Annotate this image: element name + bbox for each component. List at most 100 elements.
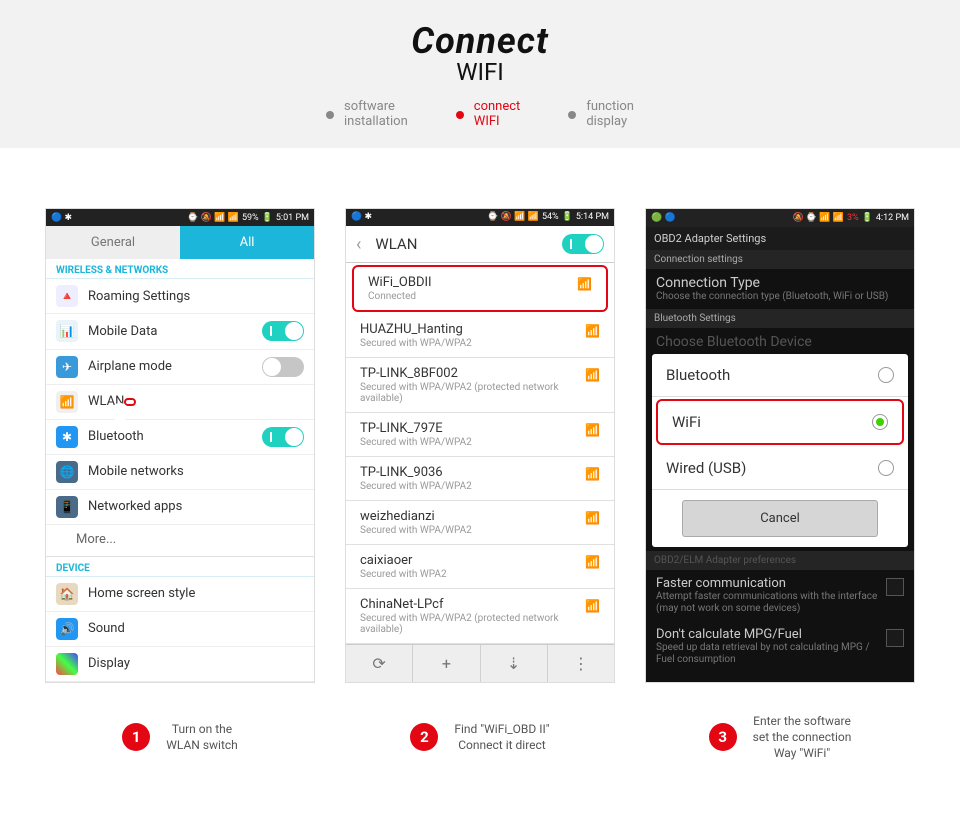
display-icon [56,653,78,675]
screen-title: OBD2 Adapter Settings [646,227,914,250]
airplane-toggle[interactable] [262,357,304,377]
row-label: Bluetooth [88,429,144,444]
network-row[interactable]: caixiaoerSecured with WPA2📶 [346,545,614,589]
row-roaming[interactable]: 🔺Roaming Settings [46,279,314,314]
network-row[interactable]: weizhedianziSecured with WPA/WPA2📶 [346,501,614,545]
row-label: Display [88,656,130,671]
bluetooth-icon: ✱ [56,426,78,448]
phone-obd-settings: 🟢 🔵 🔕 ⌚ 📶 📶 3%🔋 4:12 PM OBD2 Adapter Set… [645,208,915,683]
network-row[interactable]: ChinaNet-LPcfSecured with WPA/WPA2 (prot… [346,589,614,644]
wifi-icon: 📶 [585,599,600,613]
dialog-option-wired[interactable]: Wired (USB) [652,447,908,490]
section-adapter-pref: OBD2/ELM Adapter preferences [646,551,914,570]
tab-all[interactable]: All [180,226,314,259]
checkbox-icon[interactable] [886,629,904,647]
row-networked-apps[interactable]: 📱Networked apps [46,490,314,525]
screens-container: 🔵 ✱ ⌚ 🔕 📶 📶 59%🔋 5:01 PM General All WIR… [0,148,960,703]
row-bluetooth[interactable]: ✱ Bluetooth [46,420,314,455]
dot-icon [568,111,576,119]
step-number-icon: 1 [122,723,150,751]
network-row[interactable]: TP-LINK_8BF002Secured with WPA/WPA2 (pro… [346,358,614,413]
faster-label: Faster communication [656,576,878,591]
network-name: caixiaoer [360,553,600,568]
add-icon[interactable]: + [413,645,480,682]
nav-label: connectWIFI [474,100,521,130]
captions-row: 1 Turn on the WLAN switch 2 Find "WiFi_O… [0,703,960,782]
menu-icon[interactable]: ⋮ [548,645,614,682]
sound-icon: 🔊 [56,618,78,640]
network-name: ChinaNet-LPcf [360,597,600,612]
wlan-title: WLAN [375,235,417,253]
network-name: weizhedianzi [360,509,600,524]
network-row-obdii[interactable]: WiFi_OBDIIConnected📶 [352,265,608,312]
checkbox-icon[interactable] [886,578,904,596]
airplane-icon: ✈ [56,356,78,378]
radio-icon [872,414,888,430]
roaming-icon: 🔺 [56,285,78,307]
row-faster-comm[interactable]: Faster communication Attempt faster comm… [646,570,914,621]
network-name: TP-LINK_8BF002 [360,366,600,381]
network-name: TP-LINK_797E [360,421,600,436]
row-label: Home screen style [88,586,195,601]
row-mobile-data[interactable]: 📊Mobile Data [46,314,314,349]
row-label: Sound [88,621,125,636]
dialog-option-bluetooth[interactable]: Bluetooth [652,354,908,397]
nav-item-connect[interactable]: connectWIFI [456,100,521,130]
status-icons-left: 🔵 ✱ [51,213,72,223]
wps-icon[interactable]: ⇣ [481,645,548,682]
row-display[interactable]: Display [46,647,314,682]
row-sound[interactable]: 🔊 Sound [46,612,314,647]
network-row[interactable]: TP-LINK_797ESecured with WPA/WPA2📶 [346,413,614,457]
connection-type-label[interactable]: Connection Type [646,269,914,291]
nav-label: functiondisplay [586,100,634,130]
bluetooth-toggle[interactable] [262,427,304,447]
nav-item-software[interactable]: softwareinstallation [326,100,408,130]
mobile-data-toggle[interactable] [262,321,304,341]
back-icon[interactable]: ‹ [356,234,361,255]
wifi-icon: 📶 [585,555,600,569]
connection-dialog: Bluetooth WiFi Wired (USB) Cancel [652,354,908,547]
wlan-header-toggle[interactable] [562,234,604,254]
row-more[interactable]: More... [46,525,314,554]
row-airplane[interactable]: ✈ Airplane mode [46,350,314,385]
status-bar: 🔵 ✱ ⌚ 🔕 📶 📶 59%🔋 5:01 PM [46,209,314,227]
wlan-highlight [124,398,136,406]
title-sub: WIFI [0,58,960,86]
dialog-option-wifi[interactable]: WiFi [656,399,904,445]
network-sub: Secured with WPA/WPA2 [360,525,600,536]
mobile-networks-icon: 🌐 [56,461,78,483]
network-row[interactable]: HUAZHU_HantingSecured with WPA/WPA2📶 [346,314,614,358]
choose-bt-device: Choose Bluetooth Device [646,328,914,350]
tab-general[interactable]: General [46,226,180,259]
radio-icon [878,367,894,383]
option-label: Wired (USB) [666,459,746,477]
row-label: Mobile networks [88,464,184,479]
network-sub: Secured with WPA/WPA2 (protected network… [360,382,600,404]
nav-item-function[interactable]: functiondisplay [568,100,634,130]
wifi-icon: 📶 [585,511,600,525]
status-icons-left: 🔵 ✱ [351,212,372,222]
cancel-button[interactable]: Cancel [682,500,878,537]
option-label: WiFi [672,413,701,431]
row-label: Airplane mode [88,359,172,374]
dot-icon [326,111,334,119]
option-label: Bluetooth [666,366,730,384]
row-wlan[interactable]: 📶WLAN [46,385,314,420]
row-mpg[interactable]: Don't calculate MPG/Fuel Speed up data r… [646,621,914,672]
mpg-label: Don't calculate MPG/Fuel [656,627,878,642]
row-home-screen[interactable]: 🏠 Home screen style [46,577,314,612]
wifi-icon: 📶 [585,368,600,382]
network-name: HUAZHU_Hanting [360,322,600,337]
row-mobile-networks[interactable]: 🌐 Mobile networks [46,455,314,490]
network-name: WiFi_OBDII [368,275,592,290]
caption-text: Find "WiFi_OBD II" Connect it direct [454,721,549,753]
title-main: Connect [0,20,960,62]
wlan-header: ‹ WLAN [346,226,614,264]
network-sub: Secured with WPA2 [360,569,600,580]
section-device: DEVICE [46,556,314,577]
wifi-icon: 📶 [585,324,600,338]
home-icon: 🏠 [56,583,78,605]
network-row[interactable]: TP-LINK_9036Secured with WPA/WPA2📶 [346,457,614,501]
networked-apps-icon: 📱 [56,496,78,518]
refresh-icon[interactable]: ⟳ [346,645,413,682]
